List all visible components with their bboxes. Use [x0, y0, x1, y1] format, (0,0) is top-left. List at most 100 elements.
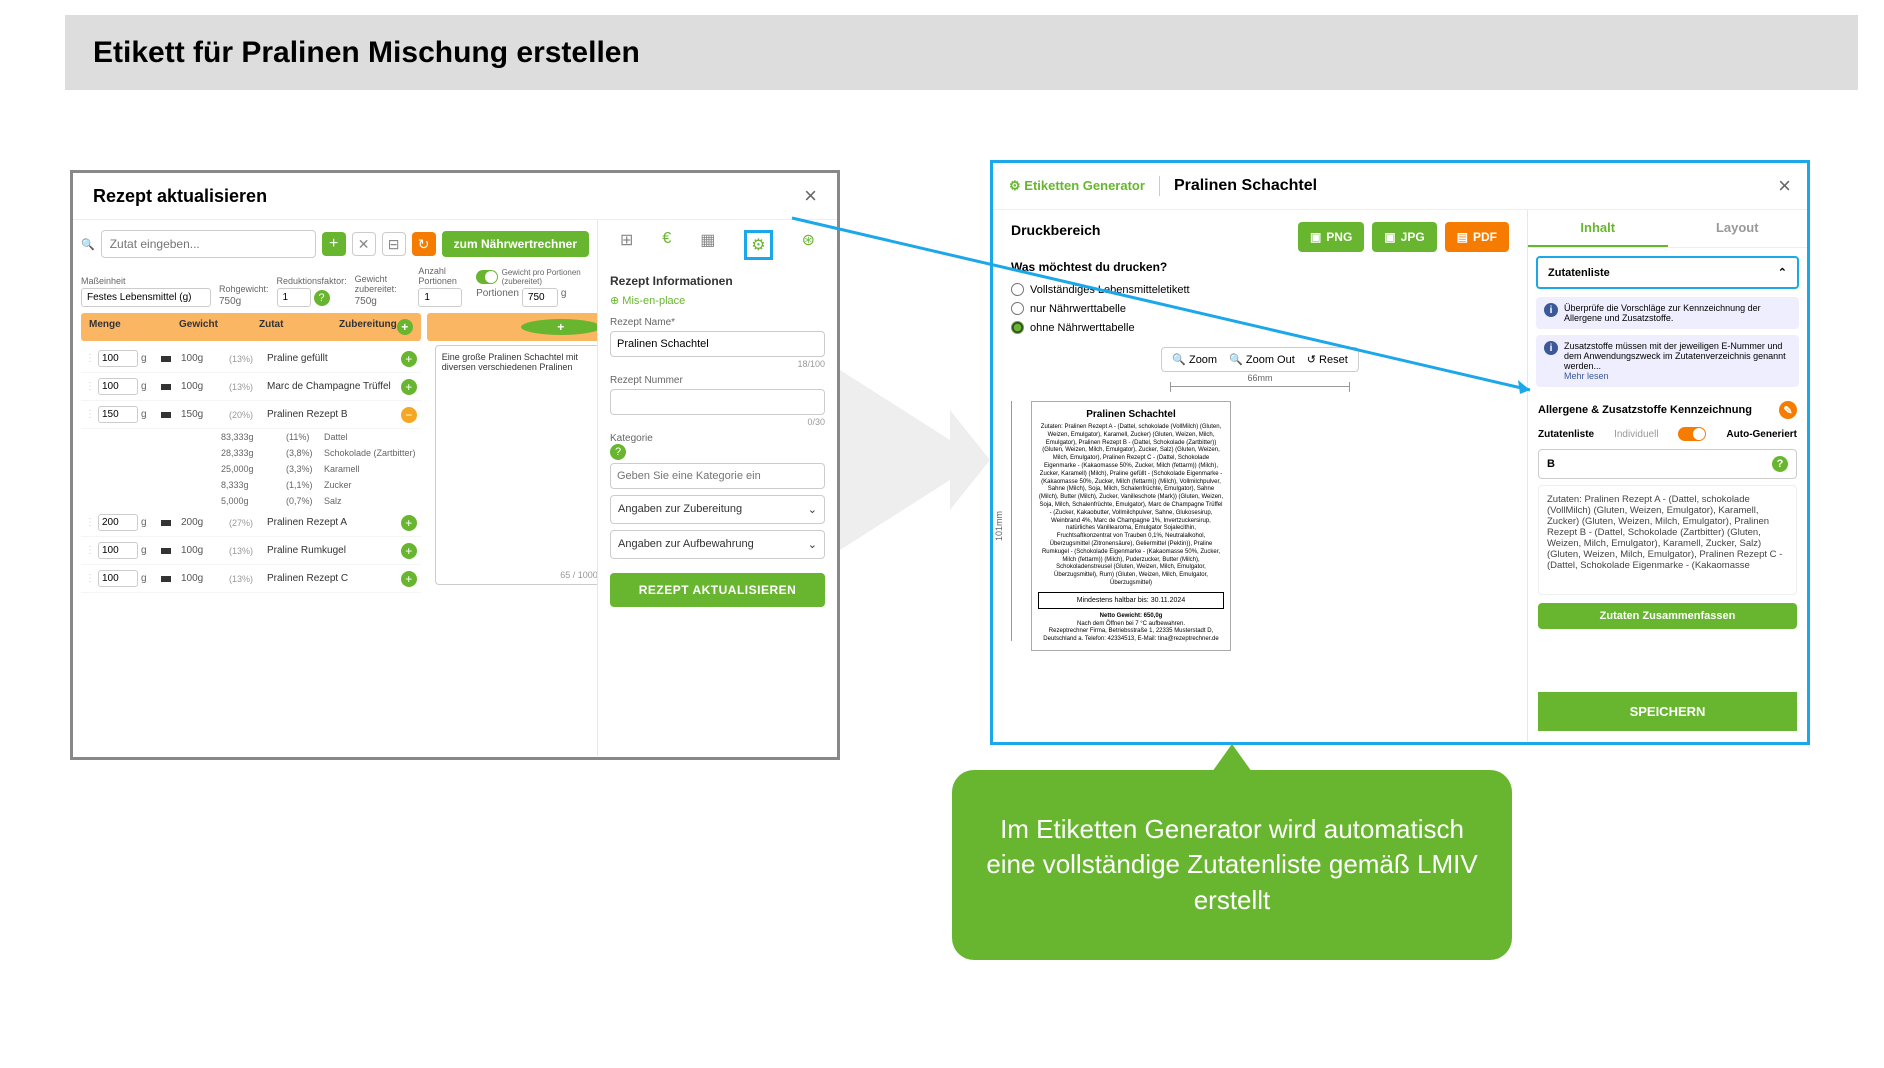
qty-input[interactable]: [98, 350, 138, 367]
refresh-button[interactable]: ↻: [412, 232, 436, 256]
recipe-name-input[interactable]: [610, 331, 825, 357]
radio-nutri-only[interactable]: nur Nährwerttabelle: [1011, 299, 1509, 318]
arrow-icon: [161, 520, 171, 526]
page-title: Etikett für Pralinen Mischung erstellen: [93, 36, 640, 70]
table-header: MengeGewichtZutatZubereitung+: [81, 313, 421, 341]
nutrient-calc-button[interactable]: zum Nährwertrechner: [442, 231, 589, 257]
close-icon[interactable]: ×: [804, 183, 817, 209]
qty-input[interactable]: [98, 378, 138, 395]
info-icon-row: ⊞ € ▦ ⚙ ⊛: [610, 230, 825, 268]
add-ingredient-button[interactable]: +: [322, 232, 346, 256]
chevron-down-icon: ⌄: [808, 538, 817, 551]
portions-label: Anzahl Portionen: [418, 266, 468, 286]
per-portion-unit: g: [561, 288, 567, 307]
recipe-panel-header: Rezept aktualisieren ×: [73, 173, 837, 220]
zoom-reset-button[interactable]: ↺ Reset: [1307, 353, 1348, 366]
generator-header: Etiketten Generator Pralinen Schachtel ×: [993, 163, 1807, 210]
barcode-icon[interactable]: ▦: [700, 230, 715, 260]
recipe-number-input[interactable]: [610, 389, 825, 415]
raw-value: 750g: [219, 296, 269, 307]
prep-textarea[interactable]: Eine große Pralinen Schachtel mit divers…: [435, 345, 597, 585]
qty-input[interactable]: [98, 406, 138, 423]
close-icon[interactable]: ×: [1778, 173, 1791, 199]
radio-full-label[interactable]: Vollständiges Lebensmitteletikett: [1011, 280, 1509, 299]
clear-button[interactable]: ✕: [352, 232, 376, 256]
help-icon[interactable]: ?: [1772, 456, 1788, 472]
arrow-icon: [161, 356, 171, 362]
db-button[interactable]: ⊟: [382, 232, 406, 256]
help-icon[interactable]: ?: [610, 444, 626, 460]
storage-select[interactable]: Angaben zur Aufbewahrung⌄: [610, 530, 825, 559]
drag-icon[interactable]: ⋮⋮: [85, 409, 95, 420]
expand-button[interactable]: +: [401, 351, 417, 367]
zoom-out-button[interactable]: 🔍 Zoom Out: [1229, 353, 1295, 366]
save-label-button[interactable]: SPEICHERN: [1538, 692, 1797, 731]
reduction-label: Reduktionsfaktor:: [277, 276, 347, 286]
help-icon[interactable]: ?: [314, 290, 330, 306]
callout-bubble: Im Etiketten Generator wird automatisch …: [952, 770, 1512, 960]
add-prep-button[interactable]: +: [521, 319, 597, 335]
mass-label: Maßeinheit: [81, 276, 211, 286]
expand-button[interactable]: +: [401, 515, 417, 531]
summarize-button[interactable]: Zutaten Zusammenfassen: [1538, 603, 1797, 629]
ingredient-search-input[interactable]: [101, 230, 316, 258]
mass-unit-select[interactable]: [81, 288, 211, 307]
print-area-heading: Druckbereich: [1011, 222, 1100, 238]
drag-icon[interactable]: ⋮⋮: [85, 545, 95, 556]
label-generator-panel: Etiketten Generator Pralinen Schachtel ×…: [990, 160, 1810, 745]
edit-icon[interactable]: ✎: [1779, 401, 1797, 419]
euro-icon[interactable]: €: [662, 230, 671, 260]
collapse-button[interactable]: −: [401, 407, 417, 423]
expand-button[interactable]: +: [401, 571, 417, 587]
mise-en-place-link[interactable]: Mis-en-place: [610, 294, 825, 307]
grid-icon[interactable]: ⊞: [620, 230, 633, 260]
portions-input[interactable]: [418, 288, 462, 307]
per-portion-input[interactable]: [522, 288, 558, 307]
b-box[interactable]: B?: [1538, 449, 1797, 479]
globe-icon[interactable]: ⊛: [802, 230, 815, 260]
expand-button[interactable]: +: [401, 543, 417, 559]
tab-content[interactable]: Inhalt: [1528, 210, 1668, 247]
jpg-button[interactable]: ▣ JPG: [1372, 222, 1436, 252]
ingredients-accordion[interactable]: Zutatenliste⌃: [1536, 256, 1799, 289]
qty-input[interactable]: [98, 570, 138, 587]
title-bar: Etikett für Pralinen Mischung erstellen: [65, 15, 1858, 90]
ruler-horizontal: 66mm: [1170, 386, 1350, 397]
expand-button[interactable]: +: [401, 379, 417, 395]
preview-netto: Netto Gewicht: 650,0g: [1038, 613, 1224, 621]
generator-title: Etiketten Generator: [1009, 178, 1145, 194]
sub-ingredient-row: 8,333g(1,1%)Zucker: [81, 477, 421, 493]
cooked-label: Gewicht zubereitet:: [355, 274, 411, 294]
drag-icon[interactable]: ⋮⋮: [85, 573, 95, 584]
save-recipe-button[interactable]: REZEPT AKTUALISIEREN: [610, 573, 825, 607]
pdf-button[interactable]: ▤ PDF: [1445, 222, 1509, 252]
tab-layout[interactable]: Layout: [1668, 210, 1808, 247]
png-button[interactable]: ▣ PNG: [1298, 222, 1364, 252]
qty-input[interactable]: [98, 542, 138, 559]
add-row-button[interactable]: +: [397, 319, 413, 335]
info-heading: Rezept Informationen: [610, 274, 825, 288]
qty-input[interactable]: [98, 514, 138, 531]
gear-icon[interactable]: ⚙: [744, 230, 772, 260]
portion-toggle[interactable]: [476, 270, 498, 284]
cooked-value: 750g: [355, 296, 411, 307]
drag-icon[interactable]: ⋮⋮: [85, 381, 95, 392]
drag-icon[interactable]: ⋮⋮: [85, 517, 95, 528]
radio-no-nutri[interactable]: ohne Nährwerttabelle: [1011, 318, 1509, 337]
recipe-panel-title: Rezept aktualisieren: [93, 186, 267, 207]
zoom-in-button[interactable]: 🔍 Zoom: [1172, 353, 1217, 366]
search-icon: 🔍: [81, 238, 95, 251]
prep-select[interactable]: Angaben zur Zubereitung⌄: [610, 495, 825, 524]
arrow-icon: [161, 384, 171, 390]
ingredient-mode-toggle: Zutatenliste Individuell Auto-Generiert: [1538, 427, 1797, 441]
mode-toggle[interactable]: [1678, 427, 1706, 441]
info-allergen: iÜberprüfe die Vorschläge zur Kennzeichn…: [1536, 297, 1799, 329]
reduction-input[interactable]: [277, 288, 311, 307]
preview-storage: Nach dem Öffnen bei 7 °C aufbewahren.: [1038, 621, 1224, 629]
generator-recipe-name: Pralinen Schachtel: [1174, 177, 1317, 195]
category-input[interactable]: [610, 463, 825, 489]
prep-counter: 65 / 1000: [560, 570, 597, 580]
drag-icon[interactable]: ⋮⋮: [85, 353, 95, 364]
more-link[interactable]: Mehr lesen: [1564, 371, 1609, 381]
arrow-icon: [161, 412, 171, 418]
